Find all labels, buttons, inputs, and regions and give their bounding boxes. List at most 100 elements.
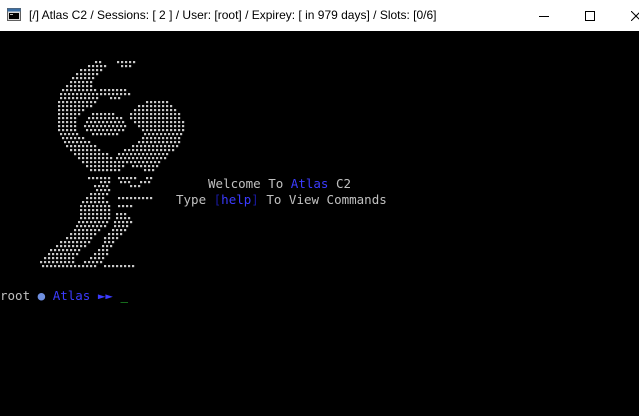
logo-dot [150, 141, 153, 144]
logo-dot [46, 265, 49, 268]
logo-dot [158, 117, 161, 120]
logo-dot [118, 225, 121, 228]
logo-dot [62, 129, 65, 132]
logo-dot [100, 213, 103, 216]
logo-dot [118, 97, 121, 100]
logo-dot [84, 77, 87, 80]
logo-dot [104, 177, 107, 180]
logo-dot [162, 109, 165, 112]
logo-dot [94, 185, 97, 188]
logo-dot [132, 265, 135, 268]
close-button[interactable] [613, 0, 639, 31]
logo-dot [104, 133, 107, 136]
logo-dot [144, 157, 147, 160]
logo-dot [134, 117, 137, 120]
logo-dot [72, 241, 75, 244]
logo-dot [126, 177, 129, 180]
text-cursor[interactable]: _ [120, 288, 128, 303]
prompt-user: root [0, 288, 31, 303]
logo-dot [120, 181, 123, 184]
logo-dot [90, 197, 93, 200]
logo-dot [152, 157, 155, 160]
logo-dot [132, 157, 135, 160]
logo-dot [168, 145, 171, 148]
logo-dot [129, 61, 132, 64]
logo-dot [58, 125, 61, 128]
logo-dot [102, 169, 105, 172]
logo-dot [90, 145, 93, 148]
logo-dot [76, 241, 79, 244]
logo-dot [118, 153, 121, 156]
logo-dot [66, 117, 69, 120]
logo-dot [138, 113, 141, 116]
help-close-bracket: ] [251, 192, 259, 207]
logo-dot [66, 145, 69, 148]
logo-dot [134, 121, 137, 124]
logo-dot [144, 133, 147, 136]
logo-dot [72, 261, 75, 264]
logo-dot [150, 197, 153, 200]
logo-dot [60, 245, 63, 248]
logo-dot [96, 133, 99, 136]
logo-dot [130, 205, 133, 208]
logo-dot [114, 225, 117, 228]
logo-dot [96, 217, 99, 220]
title-bar[interactable]: [/] Atlas C2 / Sessions: [ 2 ] / User: [… [0, 0, 639, 31]
logo-dot [176, 145, 179, 148]
logo-dot [124, 125, 127, 128]
logo-dot [178, 141, 181, 144]
close-icon [631, 10, 639, 21]
logo-dot [112, 93, 115, 96]
logo-dot [158, 121, 161, 124]
logo-dot [102, 165, 105, 168]
logo-dot [142, 121, 145, 124]
logo-dot [130, 113, 133, 116]
logo-dot [156, 157, 159, 160]
command-prompt[interactable]: root ● Atlas ►► _ [0, 288, 128, 304]
logo-dot [76, 93, 79, 96]
logo-dot [78, 101, 81, 104]
logo-dot [94, 193, 97, 196]
logo-dot [70, 129, 73, 132]
logo-dot [72, 97, 75, 100]
logo-dot [78, 145, 81, 148]
logo-dot [140, 149, 143, 152]
logo-dot [66, 265, 69, 268]
logo-dot [108, 177, 111, 180]
logo-dot [74, 81, 77, 84]
logo-dot [74, 249, 77, 252]
logo-dot [98, 169, 101, 172]
maximize-button[interactable] [567, 0, 613, 31]
logo-dot [120, 93, 123, 96]
logo-dot [94, 229, 97, 232]
logo-dot [86, 121, 89, 124]
logo-dot [134, 185, 137, 188]
logo-dot [138, 105, 141, 108]
logo-dot [102, 201, 105, 204]
logo-dot [92, 217, 95, 220]
logo-dot [64, 97, 67, 100]
logo-dot [144, 181, 147, 184]
logo-dot [82, 221, 85, 224]
logo-dot [122, 121, 125, 124]
logo-dot [58, 101, 61, 104]
logo-dot [146, 141, 149, 144]
logo-dot [94, 201, 97, 204]
logo-dot [108, 265, 111, 268]
logo-dot [132, 149, 135, 152]
logo-dot [88, 69, 91, 72]
logo-dot [104, 181, 107, 184]
logo-dot [122, 153, 125, 156]
logo-dot [144, 145, 147, 148]
console-area[interactable]: Welcome To Atlas C2 Type [help] To View … [0, 31, 639, 416]
logo-dot [104, 93, 107, 96]
logo-dot [146, 177, 149, 180]
logo-dot [86, 105, 89, 108]
logo-dot [102, 129, 105, 132]
logo-dot [152, 145, 155, 148]
logo-dot [120, 233, 123, 236]
logo-dot [62, 105, 65, 108]
minimize-button[interactable] [521, 0, 567, 31]
logo-dot [86, 233, 89, 236]
logo-dot [174, 109, 177, 112]
